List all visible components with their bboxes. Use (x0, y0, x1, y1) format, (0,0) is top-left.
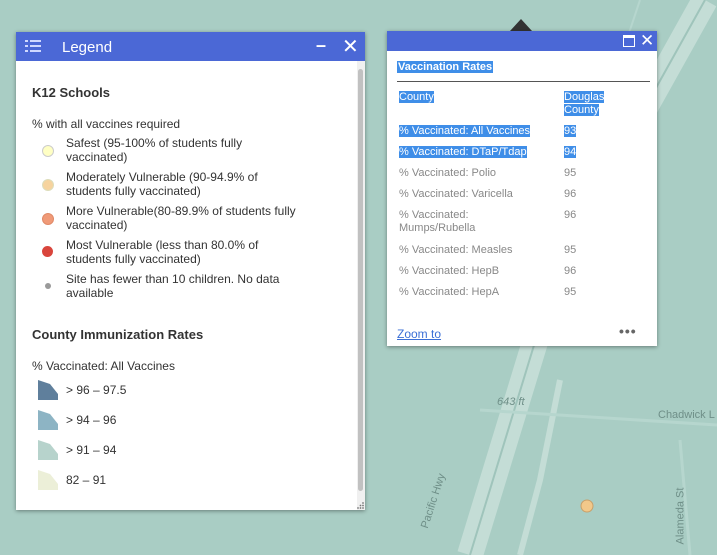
attr-value: 94 (564, 146, 577, 158)
attr-value: 95 (564, 286, 577, 298)
k12-subheading: % with all vaccines required (32, 117, 181, 131)
county-heading: County Immunization Rates (32, 327, 204, 342)
info-popup: ✕ Vaccination Rates County Douglas Count… (387, 31, 657, 346)
k12-heading: K12 Schools (32, 85, 111, 100)
legend-swatch (38, 410, 58, 430)
school-marker[interactable] (580, 499, 594, 513)
attr-field: % Vaccinated: DTaP/Tdap (399, 146, 527, 158)
attr-header-field: County (399, 91, 434, 103)
legend-close-button[interactable]: ✕ (342, 34, 359, 59)
attr-field: % Vaccinated: HepA (399, 286, 500, 298)
popup-close-button[interactable]: ✕ (640, 31, 654, 51)
more-options-icon[interactable]: ••• (619, 323, 637, 339)
legend-panel: Legend – ✕ K12 Schools % with all vaccin… (16, 32, 365, 510)
attr-value: 95 (564, 167, 577, 179)
legend-header: Legend – ✕ (16, 32, 365, 61)
legend-swatch (38, 470, 58, 490)
legend-item-label: > 96 – 97.5 (66, 383, 127, 397)
legend-dot-most (42, 246, 53, 257)
attr-field: % Vaccinated: All Vaccines (399, 125, 531, 137)
legend-item-label: Site has fewer than 10 children. No data… (66, 272, 280, 300)
attr-field: % Vaccinated: Varicella (399, 188, 513, 200)
legend-item-label: > 91 – 94 (66, 443, 117, 457)
legend-dot-more (42, 213, 54, 225)
legend-swatch (38, 380, 58, 400)
legend-swatch (38, 440, 58, 460)
attr-field: % Vaccinated: Polio (399, 167, 497, 179)
legend-item-label: Moderately Vulnerable (90-94.9% of stude… (66, 170, 258, 198)
popup-header: ✕ (387, 31, 657, 51)
attr-field: % Vaccinated: Measles (399, 244, 513, 256)
legend-item-label: Most Vulnerable (less than 80.0% of stud… (66, 238, 259, 266)
attr-field: % Vaccinated: Mumps/Rubella (399, 209, 476, 234)
popup-title: Vaccination Rates (397, 61, 494, 73)
popup-divider (397, 81, 650, 82)
attr-value: 95 (564, 244, 577, 256)
legend-title: Legend (62, 39, 113, 56)
popup-pointer (510, 19, 532, 31)
legend-dot-nodata (45, 283, 51, 289)
county-subheading: % Vaccinated: All Vaccines (32, 359, 175, 373)
legend-item-label: 82 – 91 (66, 473, 107, 487)
legend-item-label: Safest (95-100% of students fully vaccin… (66, 136, 243, 164)
legend-body: K12 Schools % with all vaccines required… (16, 61, 356, 510)
attr-field: % Vaccinated: HepB (399, 265, 500, 277)
maximize-icon[interactable] (623, 35, 635, 47)
legend-scrollbar[interactable] (357, 61, 365, 510)
attr-value: 93 (564, 125, 577, 137)
list-icon (25, 40, 41, 52)
legend-item-label: > 94 – 96 (66, 413, 117, 427)
legend-dot-safest (42, 145, 54, 157)
scrollbar-thumb[interactable] (358, 69, 363, 491)
elevation-label: 643 ft (497, 396, 525, 408)
attr-value: 96 (564, 265, 577, 277)
street-label-chadwick: Chadwick L (658, 409, 715, 421)
minimize-button[interactable]: – (316, 35, 326, 56)
attr-value: 96 (564, 209, 577, 221)
zoom-to-link[interactable]: Zoom to (397, 327, 441, 341)
legend-item-label: More Vulnerable(80-89.9% of students ful… (66, 204, 296, 232)
resize-handle-icon[interactable] (357, 502, 364, 509)
legend-dot-moderate (42, 179, 54, 191)
attr-header-value: Douglas County (564, 91, 605, 116)
attr-value: 96 (564, 188, 577, 200)
street-label-alameda: Alameda St (674, 487, 687, 545)
